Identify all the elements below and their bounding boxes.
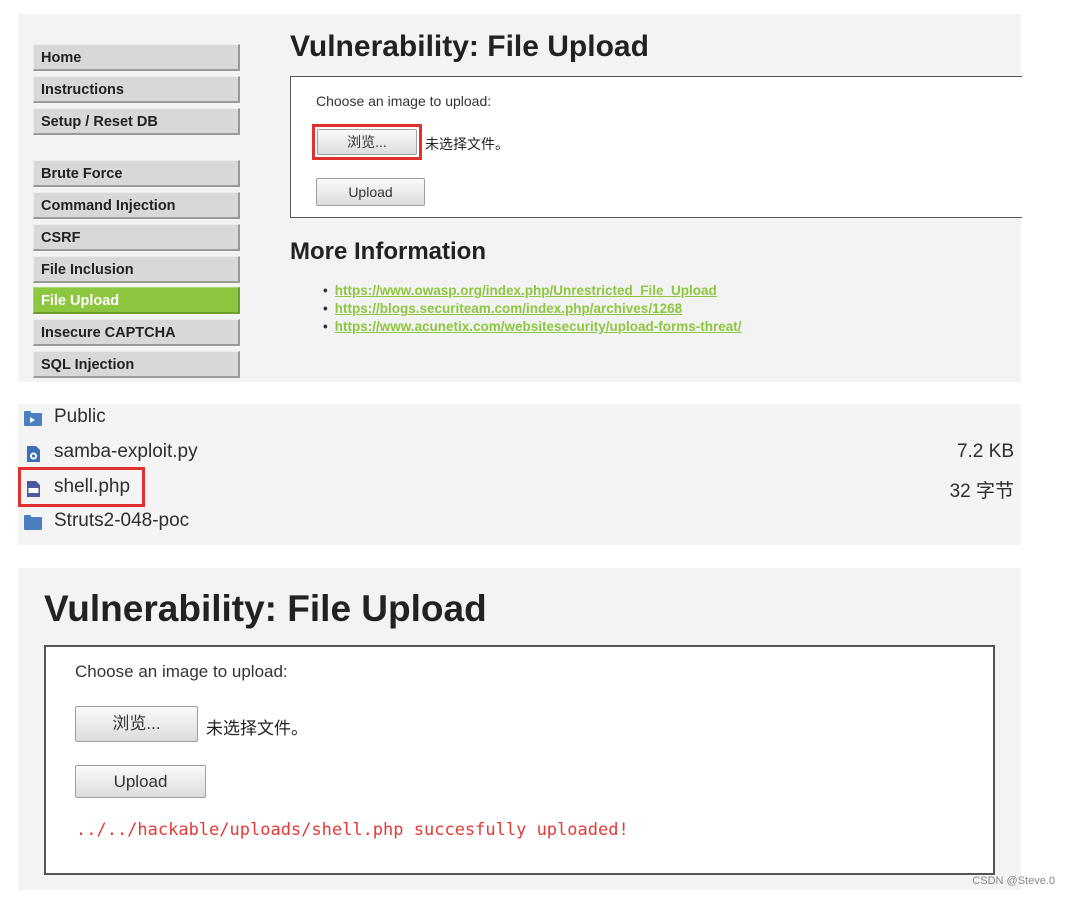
menu-setup-reset-db[interactable]: Setup / Reset DB bbox=[33, 108, 240, 135]
menu-home[interactable]: Home bbox=[33, 44, 240, 71]
file-row-public[interactable]: Public bbox=[24, 404, 1014, 434]
menu-insecure-captcha[interactable]: Insecure CAPTCHA bbox=[33, 319, 240, 346]
page-title: Vulnerability: File Upload bbox=[44, 588, 487, 629]
highlight-box bbox=[18, 467, 145, 507]
file-list-panel: Public samba-exploit.py 7.2 KB shell.php… bbox=[18, 404, 1021, 545]
file-name: samba-exploit.py bbox=[54, 441, 198, 462]
file-name: Public bbox=[54, 406, 106, 427]
menu-brute-force[interactable]: Brute Force bbox=[33, 160, 240, 187]
upload-button[interactable]: Upload bbox=[75, 765, 206, 798]
file-size: 32 字节 bbox=[949, 481, 1014, 502]
browse-button[interactable]: 浏览... bbox=[317, 129, 417, 155]
more-info-heading: More Information bbox=[290, 238, 486, 265]
menu-csrf[interactable]: CSRF bbox=[33, 224, 240, 251]
file-row-samba-exploit[interactable]: samba-exploit.py 7.2 KB bbox=[24, 439, 1014, 469]
no-file-label: 未选择文件。 bbox=[206, 719, 308, 738]
no-file-label: 未选择文件。 bbox=[425, 136, 509, 152]
menu-file-upload[interactable]: File Upload bbox=[33, 287, 240, 314]
menu-instructions[interactable]: Instructions bbox=[33, 76, 240, 103]
credit-watermark: CSDN @Steve.0 bbox=[972, 875, 1055, 887]
folder-share-icon bbox=[24, 411, 42, 426]
upload-result-panel: Vulnerability: File Upload Choose an ima… bbox=[18, 568, 1021, 890]
list-item: https://www.acunetix.com/websitesecurity… bbox=[323, 318, 742, 336]
more-info-links: https://www.owasp.org/index.php/Unrestri… bbox=[323, 282, 742, 336]
menu-file-inclusion[interactable]: File Inclusion bbox=[33, 256, 240, 283]
menu-sql-injection[interactable]: SQL Injection bbox=[33, 351, 240, 378]
upload-form: Choose an image to upload: 浏览... 未选择文件。 … bbox=[290, 76, 1022, 218]
python-file-icon bbox=[27, 446, 40, 462]
acunetix-link[interactable]: https://www.acunetix.com/websitesecurity… bbox=[335, 319, 742, 334]
securiteam-link[interactable]: https://blogs.securiteam.com/index.php/a… bbox=[335, 301, 682, 316]
list-item: https://blogs.securiteam.com/index.php/a… bbox=[323, 300, 742, 318]
browse-button[interactable]: 浏览... bbox=[75, 706, 198, 742]
upload-button[interactable]: Upload bbox=[316, 178, 425, 206]
menu-command-injection[interactable]: Command Injection bbox=[33, 192, 240, 219]
page-title: Vulnerability: File Upload bbox=[290, 30, 649, 63]
file-row-struts2-poc[interactable]: Struts2-048-poc bbox=[24, 508, 1014, 538]
upload-prompt: Choose an image to upload: bbox=[75, 662, 288, 681]
file-name: Struts2-048-poc bbox=[54, 510, 190, 531]
file-size: 7.2 KB bbox=[956, 441, 1014, 462]
upload-form: Choose an image to upload: 浏览... 未选择文件。 … bbox=[44, 645, 995, 875]
folder-icon bbox=[24, 515, 42, 530]
owasp-link[interactable]: https://www.owasp.org/index.php/Unrestri… bbox=[335, 283, 717, 298]
success-message: ../../hackable/uploads/shell.php succesf… bbox=[76, 820, 629, 840]
upload-prompt: Choose an image to upload: bbox=[316, 93, 492, 109]
list-item: https://www.owasp.org/index.php/Unrestri… bbox=[323, 282, 742, 300]
file-row-shell-php[interactable]: shell.php 32 字节 bbox=[24, 474, 1014, 504]
dvwa-upload-panel: Home Instructions Setup / Reset DB Brute… bbox=[18, 14, 1022, 382]
